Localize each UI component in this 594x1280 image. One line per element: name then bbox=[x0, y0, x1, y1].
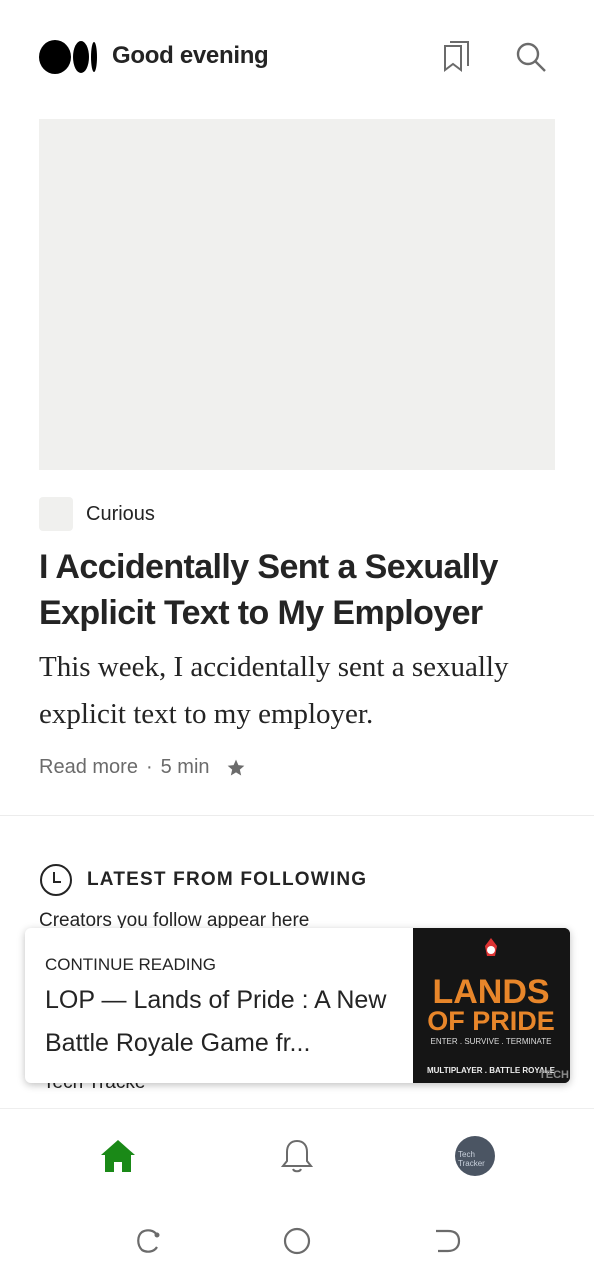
back-icon[interactable] bbox=[432, 1226, 462, 1256]
continue-reading-thumbnail[interactable]: LANDS OF PRIDE ENTER . SURVIVE . TERMINA… bbox=[413, 928, 570, 1083]
featured-story-image[interactable] bbox=[39, 119, 555, 470]
greeting-title: Good evening bbox=[112, 42, 269, 69]
section-divider bbox=[0, 815, 594, 816]
reading-list-icon[interactable] bbox=[440, 40, 474, 74]
notifications-icon[interactable] bbox=[278, 1137, 316, 1175]
home-circle-icon[interactable] bbox=[282, 1226, 312, 1256]
meta-separator: · bbox=[145, 756, 153, 778]
app-header: Good evening bbox=[0, 0, 594, 110]
story-meta: Read more · 5 min bbox=[39, 756, 246, 779]
continue-reading-label: CONTINUE READING bbox=[45, 955, 216, 974]
star-icon bbox=[227, 759, 244, 775]
read-more-link[interactable]: Read more bbox=[39, 756, 138, 779]
read-time: 5 min bbox=[160, 756, 210, 778]
latest-section-header: LATEST FROM FOLLOWING bbox=[39, 863, 367, 897]
continue-reading-card[interactable]: CONTINUE READING LOP — Lands of Pride : … bbox=[25, 928, 570, 1083]
bottom-navigation: Tech Tracker bbox=[0, 1108, 594, 1199]
latest-section-label: LATEST FROM FOLLOWING bbox=[87, 869, 368, 890]
cover-heading-line2: OF PRIDE bbox=[427, 1006, 555, 1036]
cover-watermark: TECH bbox=[539, 1069, 569, 1081]
publication-avatar[interactable] bbox=[39, 497, 73, 531]
publication-name[interactable]: Curious bbox=[86, 503, 155, 526]
system-navigation-bar bbox=[0, 1198, 594, 1280]
featured-story-subtitle[interactable]: This week, I accidentally sent a sexuall… bbox=[39, 644, 569, 738]
medium-logo bbox=[39, 40, 97, 74]
home-icon[interactable] bbox=[99, 1137, 137, 1175]
game-cover-art: LANDS OF PRIDE ENTER . SURVIVE . TERMINA… bbox=[413, 928, 570, 1083]
continue-reading-title[interactable]: LOP — Lands of Pride : A New Battle Roya… bbox=[45, 979, 405, 1065]
profile-avatar[interactable]: Tech Tracker bbox=[455, 1136, 495, 1176]
cover-footer: MULTIPLAYER . BATTLE ROYALE bbox=[427, 1066, 556, 1075]
cover-tagline: ENTER . SURVIVE . TERMINATE bbox=[431, 1037, 552, 1046]
recents-icon[interactable] bbox=[133, 1226, 163, 1256]
avatar-text: Tech Tracker bbox=[458, 1150, 485, 1168]
search-icon[interactable] bbox=[514, 40, 548, 74]
featured-story-title[interactable]: I Accidentally Sent a Sexually Explicit … bbox=[39, 544, 559, 636]
clock-icon bbox=[40, 864, 72, 896]
